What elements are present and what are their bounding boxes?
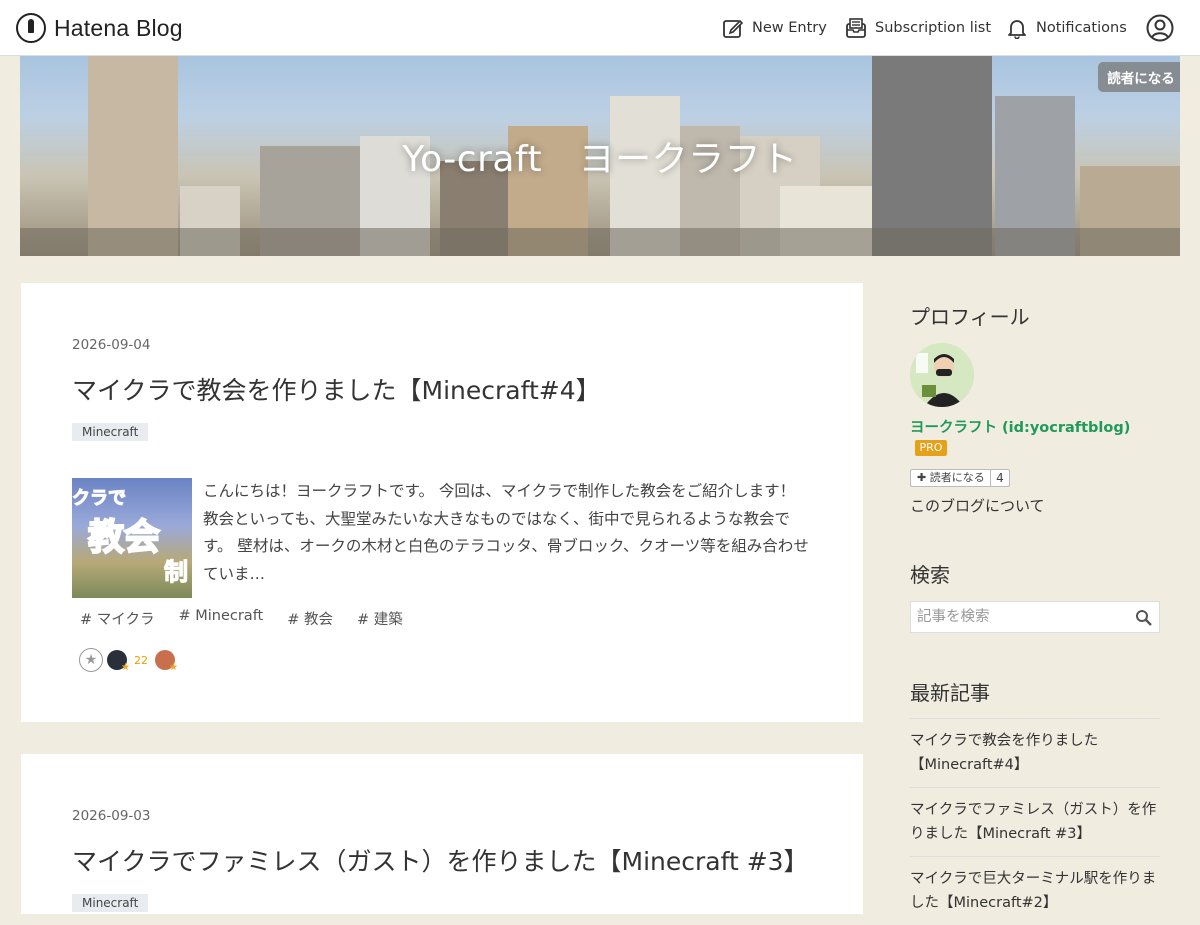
post-date[interactable]: 2026-09-04 bbox=[72, 337, 150, 353]
recent-post-link[interactable]: マイクラで巨大ターミナル駅を作りました【Minecraft#2】 bbox=[910, 856, 1160, 925]
search-box bbox=[910, 601, 1160, 633]
recent-posts-heading: 最新記事 bbox=[910, 681, 990, 705]
star-user-avatar[interactable]: ★ bbox=[107, 650, 130, 673]
post-excerpt: こんにちは！ヨークラフトです。 今回は、マイクラで制作した教会をご紹介します！ … bbox=[203, 482, 809, 583]
pen-logo-icon bbox=[16, 13, 46, 43]
about-blog-link[interactable]: このブログについて bbox=[910, 495, 1045, 516]
notifications-label: Notifications bbox=[1036, 20, 1127, 36]
star-user-avatar[interactable]: ★ bbox=[155, 650, 178, 673]
subscription-list-button[interactable]: Subscription list bbox=[845, 14, 991, 42]
inbox-icon bbox=[846, 18, 866, 38]
recent-posts-list: マイクラで教会を作りました【Minecraft#4】 マイクラでファミレス（ガス… bbox=[910, 718, 1160, 925]
search-input[interactable] bbox=[911, 602, 1126, 632]
sidebar-subscribe-button[interactable]: ✚ 読者になる bbox=[910, 469, 992, 487]
top-nav: Hatena Blog New Entry Subscription list … bbox=[0, 0, 1200, 56]
star-count[interactable]: 22 bbox=[134, 654, 148, 667]
star-icon: ★ bbox=[169, 662, 178, 673]
hashtag-link[interactable]: # マイクラ bbox=[80, 608, 154, 629]
sidebar: プロフィール ヨークラフト (id:yocraftblog) PRO ✚ 読者に… bbox=[891, 283, 1180, 923]
hashtag-link[interactable]: # 建築 bbox=[357, 608, 403, 629]
star-icon: ★ bbox=[121, 662, 130, 673]
profile-name-link[interactable]: ヨークラフト (id:yocraftblog) bbox=[910, 416, 1130, 437]
post-date[interactable]: 2026-09-03 bbox=[72, 808, 150, 824]
recent-post-link[interactable]: マイクラでファミレス（ガスト）を作りました【Minecraft #3】 bbox=[910, 787, 1160, 856]
logo-text: Hatena Blog bbox=[54, 14, 183, 41]
subscription-list-label: Subscription list bbox=[875, 20, 991, 36]
sidebar-subscribe-label: 読者になる bbox=[929, 471, 985, 484]
search-icon[interactable] bbox=[1135, 609, 1153, 627]
profile-heading: プロフィール bbox=[910, 305, 1030, 329]
thumbnail-caption: 制 bbox=[164, 558, 189, 587]
new-entry-button[interactable]: New Entry bbox=[722, 14, 827, 42]
article-card: 2026-09-03 マイクラでファミレス（ガスト）を作りました【Minecra… bbox=[21, 754, 863, 914]
subscribe-button[interactable]: 読者になる bbox=[1098, 62, 1180, 92]
blog-title[interactable]: Yo-craft ヨークラフト bbox=[20, 130, 1180, 182]
hatena-blog-logo[interactable]: Hatena Blog bbox=[16, 12, 183, 44]
bell-icon bbox=[1008, 20, 1026, 39]
category-tag[interactable]: Minecraft bbox=[72, 894, 149, 912]
recent-post-link[interactable]: マイクラで教会を作りました【Minecraft#4】 bbox=[910, 718, 1160, 787]
user-account-icon[interactable] bbox=[1146, 14, 1174, 42]
add-star-icon[interactable]: ★ bbox=[79, 648, 103, 672]
star-list: ★ ★ 22 ★ bbox=[79, 648, 178, 673]
post-title[interactable]: マイクラでファミレス（ガスト）を作りました【Minecraft #3】 bbox=[72, 842, 809, 878]
hashtag-link[interactable]: # 教会 bbox=[287, 608, 333, 629]
new-entry-label: New Entry bbox=[752, 20, 827, 36]
plus-icon: ✚ bbox=[917, 471, 930, 484]
search-heading: 検索 bbox=[910, 563, 950, 587]
pro-badge: PRO bbox=[915, 440, 947, 456]
profile-avatar-image bbox=[910, 343, 974, 407]
notifications-button[interactable]: Notifications bbox=[1006, 14, 1127, 42]
thumbnail-caption: クラで bbox=[72, 488, 127, 510]
article-card: 2026-09-04 マイクラで教会を作りました【Minecraft#4】 Mi… bbox=[21, 283, 863, 722]
edit-icon bbox=[723, 19, 744, 38]
blog-header-banner[interactable]: Yo-craft ヨークラフト 読者になる bbox=[20, 56, 1180, 256]
hashtag-link[interactable]: # Minecraft bbox=[178, 608, 263, 629]
reader-count[interactable]: 4 bbox=[990, 469, 1010, 487]
hashtag-list: # マイクラ # Minecraft # 教会 # 建築 bbox=[80, 608, 403, 629]
category-tag[interactable]: Minecraft bbox=[72, 423, 149, 441]
post-thumbnail[interactable]: クラで 教会 制 bbox=[72, 478, 192, 598]
post-title[interactable]: マイクラで教会を作りました【Minecraft#4】 bbox=[72, 371, 601, 407]
profile-avatar[interactable] bbox=[910, 343, 974, 407]
thumbnail-caption: 教会 bbox=[87, 516, 161, 559]
banner-ground bbox=[20, 228, 1180, 256]
